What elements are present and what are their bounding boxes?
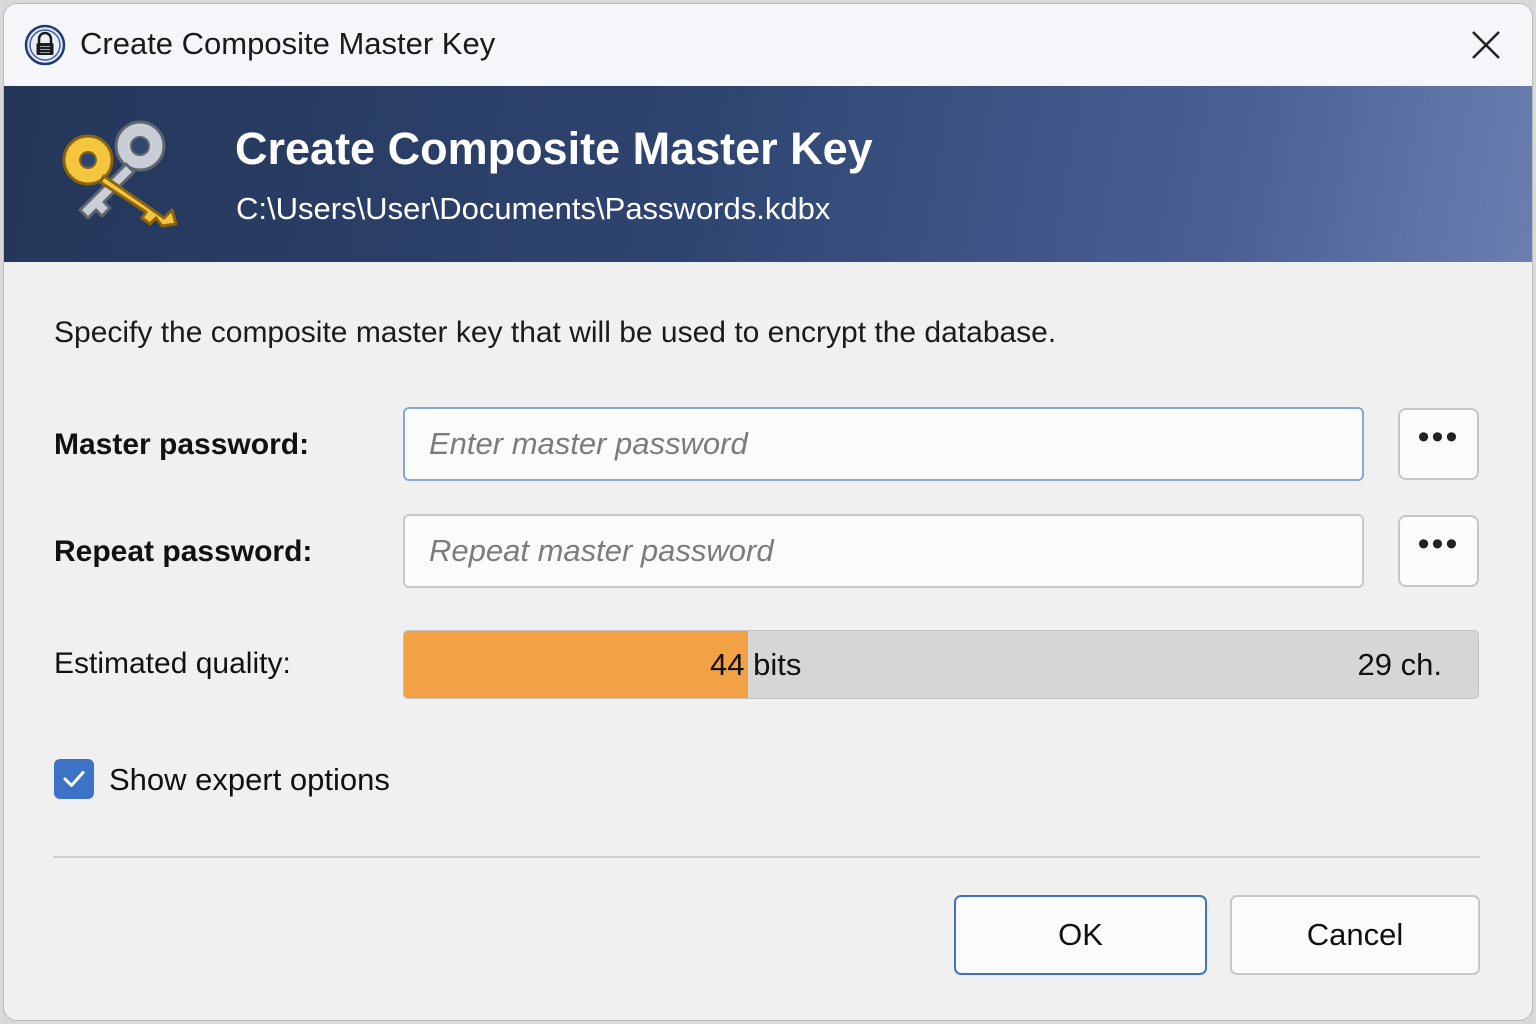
- lock-icon: [24, 24, 66, 66]
- instruction-text: Specify the composite master key that wi…: [54, 316, 1057, 349]
- banner-title: Create Composite Master Key: [235, 123, 873, 174]
- checkmark-icon: [63, 771, 85, 787]
- more-dots-icon: •••: [1417, 524, 1460, 563]
- expert-options-checkbox[interactable]: [54, 759, 94, 799]
- master-password-input[interactable]: [403, 407, 1364, 481]
- close-button[interactable]: [1458, 18, 1514, 72]
- keys-icon: [56, 114, 186, 234]
- repeat-password-input[interactable]: [403, 514, 1364, 588]
- close-icon: [1472, 31, 1500, 59]
- expert-options-label[interactable]: Show expert options: [109, 762, 390, 798]
- header-banner: Create Composite Master Key C:\Users\Use…: [4, 86, 1532, 262]
- cancel-button[interactable]: Cancel: [1230, 895, 1480, 975]
- ok-button[interactable]: OK: [954, 895, 1207, 975]
- master-password-reveal-button[interactable]: •••: [1398, 408, 1479, 480]
- repeat-password-reveal-button[interactable]: •••: [1398, 515, 1479, 587]
- title-bar: Create Composite Master Key: [4, 4, 1532, 86]
- quality-length-text: 29 ch.: [1357, 647, 1442, 682]
- window-title: Create Composite Master Key: [80, 26, 496, 61]
- repeat-password-label: Repeat password:: [54, 535, 313, 568]
- database-path: C:\Users\User\Documents\Passwords.kdbx: [236, 191, 831, 226]
- quality-label: Estimated quality:: [54, 647, 291, 680]
- quality-meter-fill: [404, 631, 748, 698]
- quality-meter: 44 bits 29 ch.: [403, 630, 1479, 699]
- divider: [53, 856, 1480, 858]
- more-dots-icon: •••: [1417, 417, 1460, 456]
- quality-bits-text: 44 bits: [710, 647, 802, 682]
- dialog-window: Create Composite Master Key Create Compo…: [3, 3, 1533, 1021]
- master-password-label: Master password:: [54, 428, 310, 461]
